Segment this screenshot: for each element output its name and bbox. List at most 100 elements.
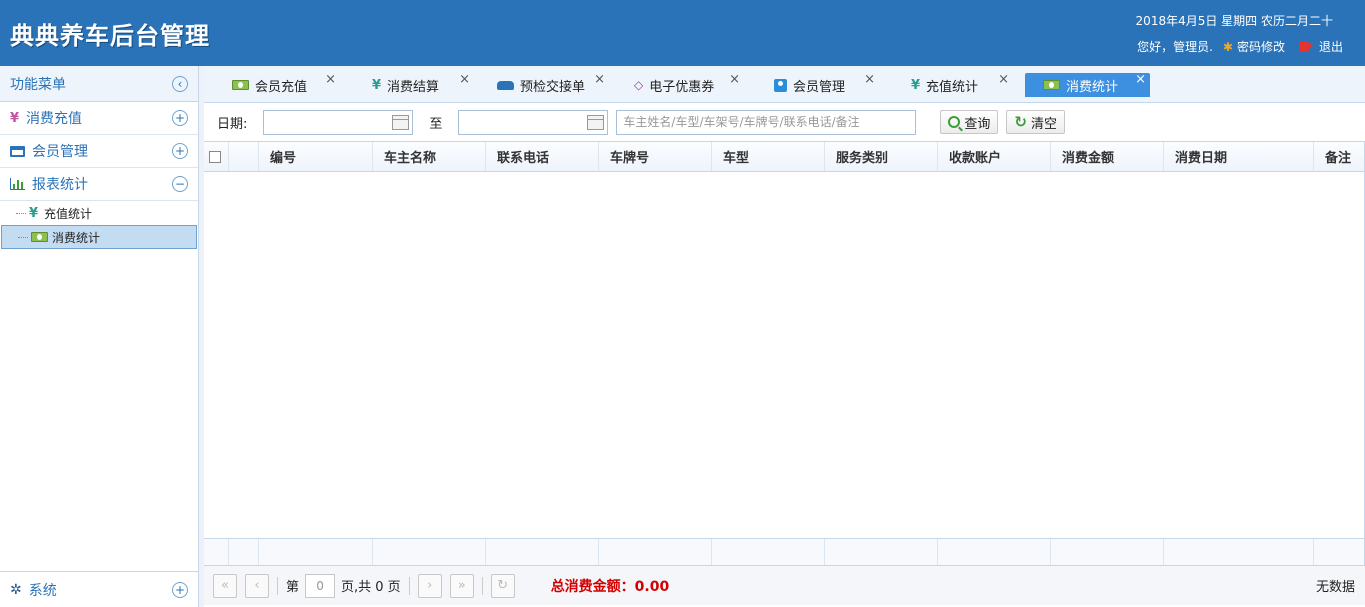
refresh-icon: ↻: [1014, 113, 1027, 131]
user-icon: [774, 78, 787, 92]
tab-label: 消费统计: [1066, 79, 1119, 95]
close-icon[interactable]: ×: [998, 73, 1009, 86]
calendar-icon[interactable]: [392, 114, 410, 130]
sidebar-section-member-management[interactable]: 会员管理 +: [0, 135, 198, 168]
sidebar-section-consume-recharge[interactable]: ¥ 消费充值 +: [0, 102, 198, 135]
filter-toolbar: 日期: 至 查询 ↻ 清空: [204, 103, 1365, 141]
tab-label: 电子优惠券: [649, 79, 715, 95]
tab-precheck-handover[interactable]: 预检交接单 ×: [487, 73, 609, 97]
last-page-button[interactable]: »: [449, 573, 474, 598]
pagination-bar: « ‹ 第 页,共 0 页 › » ↻ 总消费金额：0.00 无数据: [204, 566, 1365, 605]
sidebar-item-recharge-stats[interactable]: ¥ 充值统计: [0, 201, 198, 225]
column-header[interactable]: 消费日期: [1164, 142, 1314, 171]
clear-button[interactable]: ↻ 清空: [1006, 110, 1066, 134]
chart-icon: [10, 178, 25, 190]
sidebar-header: 功能菜单 ‹: [0, 66, 198, 102]
page-suffix: 页,共 0 页: [341, 580, 401, 595]
close-icon[interactable]: ×: [864, 73, 875, 86]
search-icon: [948, 116, 961, 128]
gear-icon: ✱: [1222, 39, 1233, 54]
yen-icon: ¥: [10, 110, 20, 126]
column-header[interactable]: 收款账户: [938, 142, 1051, 171]
column-header[interactable]: 车主名称: [373, 142, 486, 171]
column-header[interactable]: 联系电话: [486, 142, 599, 171]
expand-icon[interactable]: +: [172, 143, 188, 159]
gear-icon: ✲: [10, 581, 22, 598]
clear-button-label: 清空: [1031, 116, 1058, 132]
sidebar-section-system[interactable]: ✲ 系统 +: [0, 571, 198, 607]
page-prefix: 第: [286, 580, 300, 595]
column-header[interactable]: 服务类别: [825, 142, 938, 171]
money-icon: [31, 232, 48, 242]
column-header[interactable]: 编号: [259, 142, 373, 171]
query-button-label: 查询: [964, 116, 991, 132]
close-icon[interactable]: ×: [325, 73, 336, 86]
column-header[interactable]: 车牌号: [599, 142, 712, 171]
money-icon: [1043, 80, 1060, 90]
change-password-link[interactable]: 密码修改: [1237, 38, 1285, 55]
grid-header: 编号 车主名称 联系电话 车牌号 车型 服务类别 收款账户 消费金额 消费日期 …: [204, 142, 1364, 172]
next-page-button[interactable]: ›: [417, 573, 442, 598]
first-page-button[interactable]: «: [213, 573, 237, 598]
total-amount: 总消费金额：0.00: [550, 578, 670, 595]
column-header[interactable]: 备注: [1314, 142, 1364, 171]
tab-consume-settlement[interactable]: ¥ 消费结算 ×: [362, 73, 474, 97]
collapse-sidebar-icon[interactable]: ‹: [172, 75, 188, 92]
select-all-cell: [204, 142, 229, 171]
tab-member-management[interactable]: 会员管理 ×: [764, 73, 879, 97]
sidebar-section-label: 系统: [28, 582, 57, 599]
expand-icon[interactable]: +: [172, 110, 188, 126]
close-icon[interactable]: ×: [594, 73, 605, 86]
tab-label: 消费结算: [387, 79, 440, 95]
query-button[interactable]: 查询: [940, 110, 999, 134]
grid-body: [204, 172, 1364, 539]
tab-member-recharge[interactable]: 会员充值 ×: [222, 73, 340, 97]
coupon-icon: ◇: [634, 78, 644, 92]
page-number-input[interactable]: [305, 573, 336, 598]
sidebar: 功能菜单 ‹ ¥ 消费充值 + 会员管理 + 报表统计 − ¥ 充值统计 消费统…: [0, 66, 199, 607]
yen-icon: ¥: [372, 77, 382, 93]
car-icon: [497, 80, 514, 90]
date-label: 日期:: [217, 116, 248, 132]
calendar-icon[interactable]: [587, 114, 605, 130]
tab-e-coupon[interactable]: ◇ 电子优惠券 ×: [624, 73, 744, 97]
data-grid: 编号 车主名称 联系电话 车牌号 车型 服务类别 收款账户 消费金额 消费日期 …: [204, 141, 1365, 566]
tab-label: 会员充值: [255, 79, 308, 95]
tab-recharge-stats[interactable]: ¥ 充值统计 ×: [901, 73, 1013, 97]
tab-label: 充值统计: [926, 79, 979, 95]
tab-label: 预检交接单: [520, 79, 586, 95]
tab-consume-stats[interactable]: 消费统计 ×: [1025, 73, 1150, 97]
app-title: 典典养车后台管理: [10, 22, 210, 50]
select-all-checkbox[interactable]: [209, 150, 221, 163]
search-input[interactable]: [616, 109, 917, 135]
refresh-page-button[interactable]: ↻: [490, 573, 515, 598]
start-date-input[interactable]: [263, 109, 414, 135]
expand-icon[interactable]: +: [172, 581, 188, 598]
sidebar-section-label: 报表统计: [32, 177, 88, 193]
yen-icon: ¥: [29, 205, 39, 221]
yen-icon: ¥: [911, 77, 921, 93]
close-icon[interactable]: ×: [459, 73, 470, 86]
column-header[interactable]: 车型: [712, 142, 825, 171]
row-number-header: [229, 142, 259, 171]
sidebar-title: 功能菜单: [10, 76, 66, 93]
end-date-input[interactable]: [458, 109, 609, 135]
user-bar: 您好，管理员. ✱ 密码修改 退出: [1137, 38, 1343, 55]
tab-bar: 会员充值 × ¥ 消费结算 × 预检交接单 × ◇ 电子优惠券 × 会员管理 ×…: [204, 66, 1365, 103]
grid-footer-row: [204, 538, 1364, 565]
close-icon[interactable]: ×: [729, 73, 740, 86]
sidebar-section-report-statistics[interactable]: 报表统计 −: [0, 168, 198, 201]
card-icon: [10, 145, 25, 157]
close-icon[interactable]: ×: [1135, 73, 1146, 86]
prev-page-button[interactable]: ‹: [245, 573, 269, 598]
sidebar-item-consume-stats[interactable]: 消费统计: [1, 225, 197, 249]
sidebar-section-label: 会员管理: [32, 144, 88, 160]
collapse-icon[interactable]: −: [172, 176, 188, 192]
logout-link[interactable]: 退出: [1319, 38, 1343, 55]
column-header[interactable]: 消费金额: [1051, 142, 1164, 171]
current-date: 2018年4月5日 星期四 农历二月二十: [1135, 14, 1333, 28]
sidebar-item-label: 消费统计: [52, 230, 101, 245]
empty-status: 无数据: [1315, 580, 1355, 595]
app-header: 典典养车后台管理 2018年4月5日 星期四 农历二月二十 您好，管理员. ✱ …: [0, 0, 1365, 66]
greeting-text: 您好，管理员.: [1137, 40, 1213, 54]
